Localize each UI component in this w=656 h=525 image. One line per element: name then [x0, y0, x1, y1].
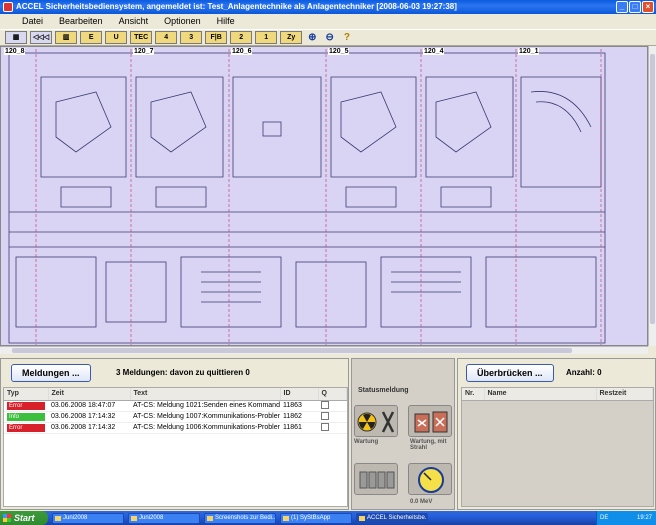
menu-bearbeiten[interactable]: Bearbeiten — [51, 14, 111, 29]
toolbar-zy-button[interactable]: Zy — [280, 31, 303, 44]
column-header-nr[interactable]: Nr. — [462, 388, 485, 401]
energy-label: 0.0 MeV — [410, 499, 433, 505]
column-header-q[interactable]: Q — [318, 388, 347, 401]
help-icon[interactable]: ? — [340, 31, 354, 44]
table-row[interactable]: Error 03.06.2008 18:47:07 AT-CS: Meldung… — [4, 400, 347, 412]
scrollbar-thumb[interactable] — [650, 54, 655, 324]
energy-gauge-icon[interactable] — [408, 463, 452, 495]
minimize-button[interactable]: _ — [616, 1, 628, 13]
toolbar-u-button[interactable]: U — [105, 31, 128, 44]
toolbar-fb-button[interactable]: F|B — [205, 31, 228, 44]
sector-label[interactable]: 120_6 — [231, 48, 253, 55]
maintenance-with-beam-icon[interactable] — [408, 405, 452, 437]
column-header-text[interactable]: Text — [130, 388, 281, 401]
maintenance-icon[interactable] — [354, 405, 398, 437]
title-bar: ACCEL Sicherheitsbediensystem, angemelde… — [0, 0, 656, 14]
language-indicator[interactable]: DE — [600, 511, 608, 525]
column-header-restzeit[interactable]: Restzeit — [596, 388, 653, 401]
menu-ansicht[interactable]: Ansicht — [111, 14, 157, 29]
toolbar: ▦ ◁◁◁ ▥ E U TEC 4 3 F|B 2 1 Zy ⊕ ⊖ ? — [0, 29, 656, 46]
row-text: AT-CS: Meldung 1006:Kommunikations-Probl… — [130, 422, 280, 434]
row-id: 11861 — [280, 422, 318, 434]
type-badge-info: Info — [7, 412, 45, 421]
row-id: 11863 — [280, 400, 318, 412]
sector-label[interactable]: 120_1 — [518, 48, 540, 55]
type-badge-error: Error — [7, 401, 45, 410]
devices-icon[interactable] — [354, 463, 398, 495]
maximize-button[interactable]: □ — [629, 1, 641, 13]
toolbar-4-button[interactable]: 4 — [155, 31, 178, 44]
wartung-strahl-label: Wartung, mit Strahl — [410, 439, 447, 451]
column-header-name[interactable]: Name — [484, 388, 597, 401]
row-id: 11862 — [280, 411, 318, 423]
toolbar-back-button[interactable]: ◁◁◁ — [30, 31, 53, 44]
acknowledge-checkbox[interactable] — [321, 422, 329, 431]
table-header: Typ Zeit Text ID Q — [4, 388, 347, 401]
bypass-count: Anzahl: 0 — [566, 368, 602, 377]
sector-label[interactable]: 120_8 — [4, 48, 26, 55]
scrollbar-thumb[interactable] — [12, 348, 572, 353]
status-title: Statusmeldung — [358, 387, 409, 394]
messages-panel: Meldungen ... 3 Meldungen: davon zu quit… — [0, 358, 349, 510]
menu-datei[interactable]: Datei — [14, 14, 51, 29]
messages-table: Typ Zeit Text ID Q Error 03.06.2008 18:4… — [3, 387, 348, 507]
sector-label[interactable]: 120_5 — [328, 48, 350, 55]
taskbar-item[interactable]: Juni2008 — [128, 512, 200, 524]
map-horizontal-scrollbar[interactable] — [0, 346, 648, 354]
row-time: 03.06.2008 18:47:07 — [48, 400, 130, 412]
toolbar-area-button[interactable]: ▥ — [55, 31, 78, 44]
app-window: { "window": { "title": "ACCEL Sicherheit… — [0, 0, 656, 525]
acknowledge-checkbox[interactable] — [321, 400, 329, 409]
taskbar-item[interactable]: Juni2008 — [52, 512, 124, 524]
toolbar-1-button[interactable]: 1 — [255, 31, 278, 44]
toolbar-3-button[interactable]: 3 — [180, 31, 203, 44]
column-header-time[interactable]: Zeit — [48, 388, 131, 401]
table-row[interactable]: Info 03.06.2008 17:14:32 AT-CS: Meldung … — [4, 411, 347, 423]
window-controls: _ □ × — [616, 1, 654, 13]
toolbar-e-button[interactable]: E — [80, 31, 103, 44]
acknowledge-checkbox[interactable] — [321, 411, 329, 420]
row-text: AT-CS: Meldung 1021:Senden eines Kommand… — [130, 400, 280, 412]
sector-label[interactable]: 120_4 — [423, 48, 445, 55]
system-tray: DE 19:27 — [596, 511, 656, 525]
start-button[interactable]: Start — [0, 511, 48, 525]
menu-bar: Datei Bearbeiten Ansicht Optionen Hilfe — [0, 14, 656, 29]
bypass-button[interactable]: Überbrücken ... — [466, 364, 554, 382]
window-title: ACCEL Sicherheitsbediensystem, angemelde… — [16, 2, 457, 11]
wartung-label: Wartung — [354, 439, 379, 445]
taskbar-item[interactable]: Screenshots zur Bedi... — [204, 512, 276, 524]
menu-hilfe[interactable]: Hilfe — [209, 14, 243, 29]
type-badge-error: Error — [7, 423, 45, 432]
menu-optionen[interactable]: Optionen — [156, 14, 209, 29]
toolbar-overview-button[interactable]: ▦ — [5, 31, 27, 44]
taskbar-item[interactable]: (1) SyStBsApp — [280, 512, 352, 524]
row-time: 03.06.2008 17:14:32 — [48, 411, 130, 423]
zoom-in-icon[interactable]: ⊕ — [305, 31, 319, 44]
column-header-id[interactable]: ID — [280, 388, 319, 401]
sector-label[interactable]: 120_7 — [133, 48, 155, 55]
floor-plan-map[interactable]: 120_8 120_7 120_6 120_5 120_4 120_1 — [0, 46, 648, 346]
column-header-type[interactable]: Typ — [4, 388, 49, 401]
messages-summary: 3 Meldungen: davon zu quittieren 0 — [116, 368, 250, 377]
clock: 19:27 — [636, 515, 652, 521]
toolbar-2-button[interactable]: 2 — [230, 31, 253, 44]
close-button[interactable]: × — [642, 1, 654, 13]
app-icon — [3, 2, 13, 12]
floor-plan-drawing — [8, 49, 606, 345]
taskbar-item-active[interactable]: ACCEL Sicherheitsbe... — [356, 512, 428, 524]
messages-button[interactable]: Meldungen ... — [11, 364, 91, 382]
taskbar: Start Juni2008 Juni2008 Screenshots zur … — [0, 511, 656, 525]
toolbar-tec-button[interactable]: TEC — [130, 31, 153, 44]
row-time: 03.06.2008 17:14:32 — [48, 422, 130, 434]
status-panel: Statusmeldung Wartung Wartung, mit Strah… — [351, 358, 455, 510]
bypass-panel: Überbrücken ... Anzahl: 0 Nr. Name Restz… — [457, 358, 656, 510]
table-row[interactable]: Error 03.06.2008 17:14:32 AT-CS: Meldung… — [4, 422, 347, 434]
map-vertical-scrollbar[interactable] — [648, 46, 656, 346]
zoom-out-icon[interactable]: ⊖ — [323, 31, 337, 44]
row-text: AT-CS: Meldung 1007:Kommunikations-Probl… — [130, 411, 280, 423]
bypass-table: Nr. Name Restzeit — [461, 387, 654, 507]
table-header: Nr. Name Restzeit — [462, 388, 653, 401]
